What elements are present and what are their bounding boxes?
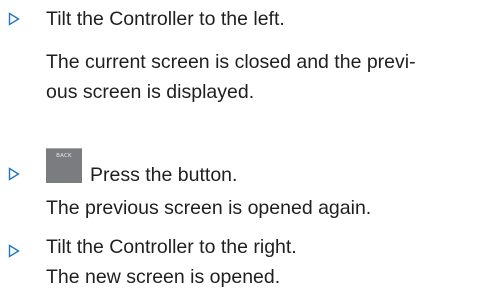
step-2-instruction: Press the button. <box>90 164 238 186</box>
step-3-instruction: Tilt the Controller to the right. <box>46 236 297 258</box>
step-2-result-line-1: The previous screen is opened again. <box>46 197 372 219</box>
step-1-result-line-2: ous screen is displayed. <box>46 81 255 103</box>
bullet-icon <box>8 244 20 258</box>
back-button-label: BACK <box>56 153 72 159</box>
step-3-result-line-1: The new screen is opened. <box>46 266 281 288</box>
step-1-instruction: Tilt the Controller to the left. <box>46 8 285 30</box>
back-button: BACK <box>46 148 82 183</box>
bullet-icon <box>8 167 20 181</box>
bullet-icon <box>8 12 20 26</box>
step-1-result-line-1: The current screen is closed and the pre… <box>46 51 416 73</box>
